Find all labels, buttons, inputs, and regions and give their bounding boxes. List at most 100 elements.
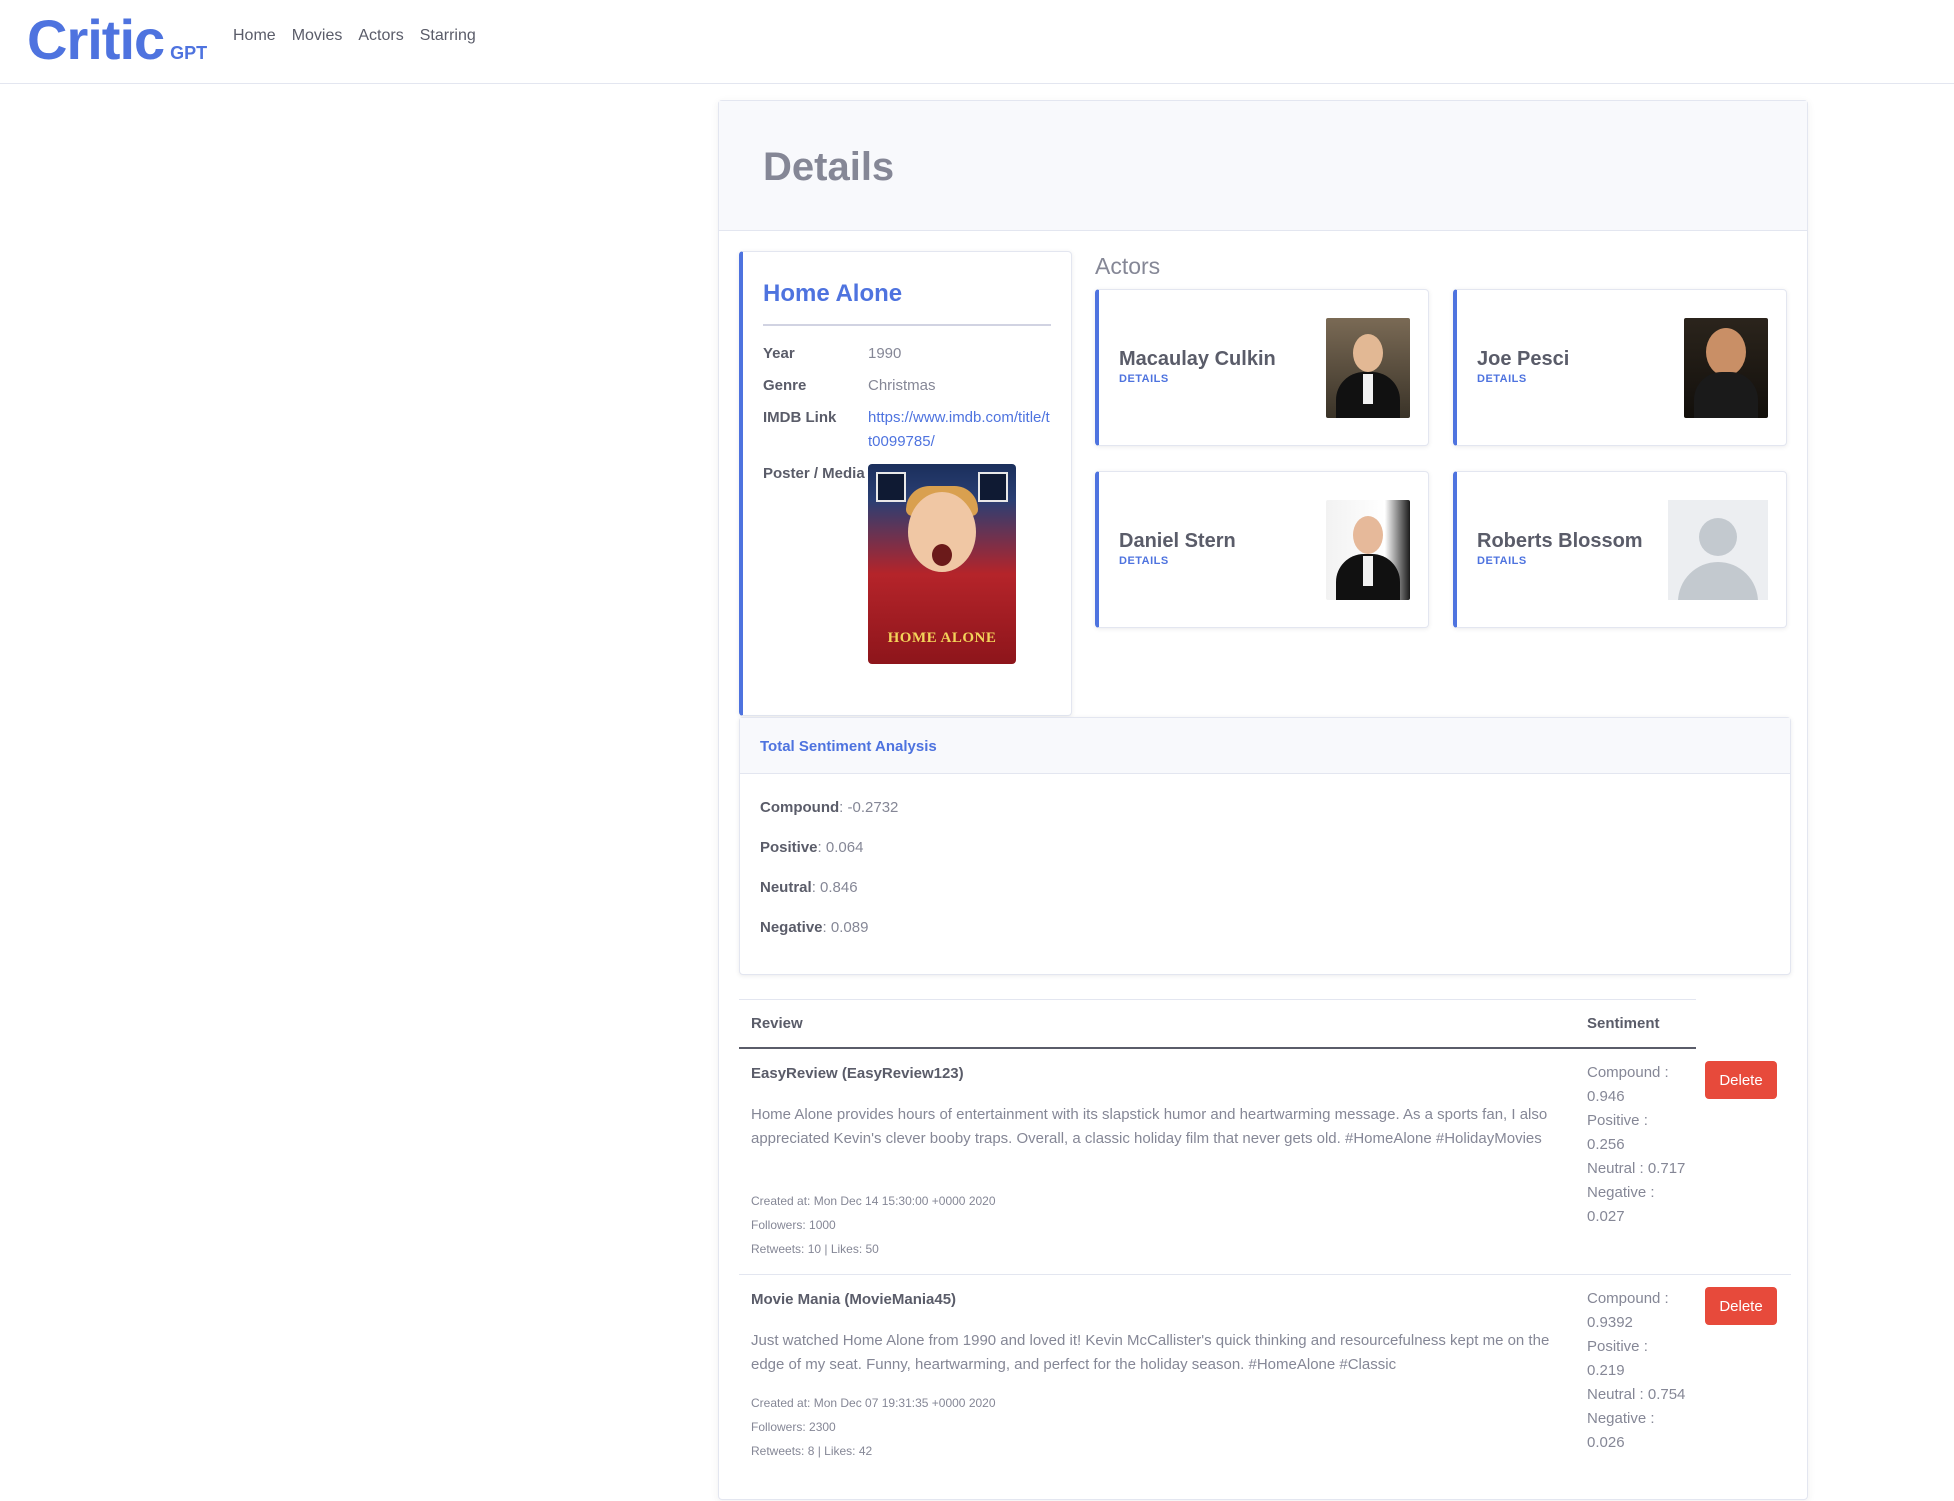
actor-details-link[interactable]: DETAILS [1477,373,1527,385]
column-header-review: Review [751,1015,803,1032]
neutral-line: Neutral: 0.846 [760,879,858,896]
brand-logo[interactable]: Critic GPT [27,8,207,72]
delete-review-button[interactable]: Delete [1705,1287,1777,1325]
actor-card-macaulay-culkin[interactable]: Macaulay Culkin DETAILS [1095,289,1429,446]
review-neutral: Neutral : 0.717 [1587,1160,1686,1177]
actor-name: Roberts Blossom [1477,530,1643,552]
photo-suit [1694,372,1758,418]
year-value: 1990 [868,345,902,362]
review-followers: Followers: 2300 [751,1420,836,1434]
details-card: Details Home Alone Year 1990 Genre Chris… [718,100,1808,1500]
compound-line: Compound: -0.2732 [760,799,899,816]
review-row: Movie Mania (MovieMania45) Just watched … [739,1275,1791,1501]
positive-label: Positive [760,839,818,856]
poster-cell: HOME ALONE [868,462,1051,664]
nav-link-starring[interactable]: Starring [420,27,476,45]
photo-shirt [1363,374,1373,404]
poster-label: Poster / Media [763,465,865,482]
table-header: Review Sentiment [739,999,1696,1049]
negative-value: 0.089 [830,919,869,936]
movie-title: Home Alone [763,280,1051,326]
review-created: Created at: Mon Dec 07 19:31:35 +0000 20… [751,1396,996,1410]
review-compound: Compound : 0.946 [1587,1064,1669,1105]
actor-photo [1326,318,1410,418]
avatar-body [1678,562,1758,600]
review-sentiment: Compound : 0.9392 Positive : 0.219 Neutr… [1587,1287,1687,1455]
top-navbar: Critic GPT Home Movies Actors Starring [0,0,1954,84]
genre-label: Genre [763,377,807,394]
sentiment-body: Compound: -0.2732 Positive: 0.064 Neutra… [740,774,1790,978]
poster-row: Poster / Media HOME ALONE [763,462,1051,664]
review-negative: Negative : 0.027 [1587,1184,1655,1225]
review-text: Just watched Home Alone from 1990 and lo… [751,1332,1550,1373]
positive-line: Positive: 0.064 [760,839,864,856]
imdb-label: IMDB Link [763,409,837,426]
delete-review-button[interactable]: Delete [1705,1061,1777,1099]
actor-card-daniel-stern[interactable]: Daniel Stern DETAILS [1095,471,1429,628]
review-user: Movie Mania (MovieMania45) [751,1291,957,1308]
reviews-table: Review Sentiment EasyReview (EasyReview1… [739,999,1791,1501]
review-text: Home Alone provides hours of entertainme… [751,1106,1548,1147]
review-sentiment: Compound : 0.946 Positive : 0.256 Neutra… [1587,1061,1687,1229]
review-engagement: Retweets: 10 | Likes: 50 [751,1242,879,1256]
nav-link-home[interactable]: Home [233,27,276,45]
avatar-head [1699,518,1737,556]
actor-details-link[interactable]: DETAILS [1119,373,1169,385]
column-header-sentiment: Sentiment [1587,1015,1660,1032]
sentiment-header: Total Sentiment Analysis [740,718,1790,774]
nav-link-movies[interactable]: Movies [292,27,343,45]
neutral-label: Neutral [760,879,812,896]
neutral-value: 0.846 [820,879,858,896]
sentiment-title: Total Sentiment Analysis [760,738,937,755]
actor-name: Joe Pesci [1477,348,1570,370]
actor-photo [1684,318,1768,418]
poster-window-left [876,472,906,502]
actors-heading: Actors [1095,253,1161,279]
photo-head [1353,516,1383,554]
nav-link-actors[interactable]: Actors [358,27,403,45]
review-neutral: Neutral : 0.754 [1587,1386,1686,1403]
review-followers: Followers: 1000 [751,1218,836,1232]
avatar-placeholder-icon [1668,500,1768,600]
actor-name: Daniel Stern [1119,530,1236,552]
photo-head [1706,328,1746,376]
review-row: EasyReview (EasyReview123) Home Alone pr… [739,1049,1791,1275]
poster-title: HOME ALONE [887,630,997,646]
compound-value: -0.2732 [847,799,899,816]
actor-name: Macaulay Culkin [1119,348,1276,370]
movie-poster[interactable]: HOME ALONE [868,464,1016,664]
imdb-link[interactable]: https://www.imdb.com/title/tt0099785/ [868,409,1050,450]
negative-line: Negative: 0.089 [760,919,869,936]
genre-row: Genre Christmas [763,374,1051,398]
review-positive: Positive : 0.219 [1587,1338,1648,1379]
year-label: Year [763,345,795,362]
actor-details-link[interactable]: DETAILS [1119,555,1169,567]
compound-label: Compound [760,799,840,816]
main-nav: Home Movies Actors Starring [233,27,476,45]
page-title: Details [763,145,895,189]
imdb-row: IMDB Link https://www.imdb.com/title/tt0… [763,406,1051,454]
review-compound: Compound : 0.9392 [1587,1290,1669,1331]
review-negative: Negative : 0.026 [1587,1410,1655,1451]
details-header: Details [719,101,1807,231]
genre-value: Christmas [868,377,936,394]
brand-suffix: GPT [170,43,208,63]
positive-value: 0.064 [825,839,864,856]
review-user: EasyReview (EasyReview123) [751,1065,964,1082]
negative-label: Negative [760,919,823,936]
poster-mouth [932,544,952,566]
actor-card-roberts-blossom[interactable]: Roberts Blossom DETAILS [1453,471,1787,628]
actor-card-joe-pesci[interactable]: Joe Pesci DETAILS [1453,289,1787,446]
actor-details-link[interactable]: DETAILS [1477,555,1527,567]
review-engagement: Retweets: 8 | Likes: 42 [751,1444,873,1458]
photo-head [1353,334,1383,372]
brand-name: Critic [27,8,165,71]
movie-info-card: Home Alone Year 1990 Genre Christmas IMD… [739,251,1072,716]
review-positive: Positive : 0.256 [1587,1112,1648,1153]
total-sentiment-card: Total Sentiment Analysis Compound: -0.27… [739,717,1791,975]
poster-window-right [978,472,1008,502]
imdb-value: https://www.imdb.com/title/tt0099785/ [868,406,1051,454]
photo-shirt [1363,556,1373,586]
actor-photo [1326,500,1410,600]
year-row: Year 1990 [763,342,1051,366]
